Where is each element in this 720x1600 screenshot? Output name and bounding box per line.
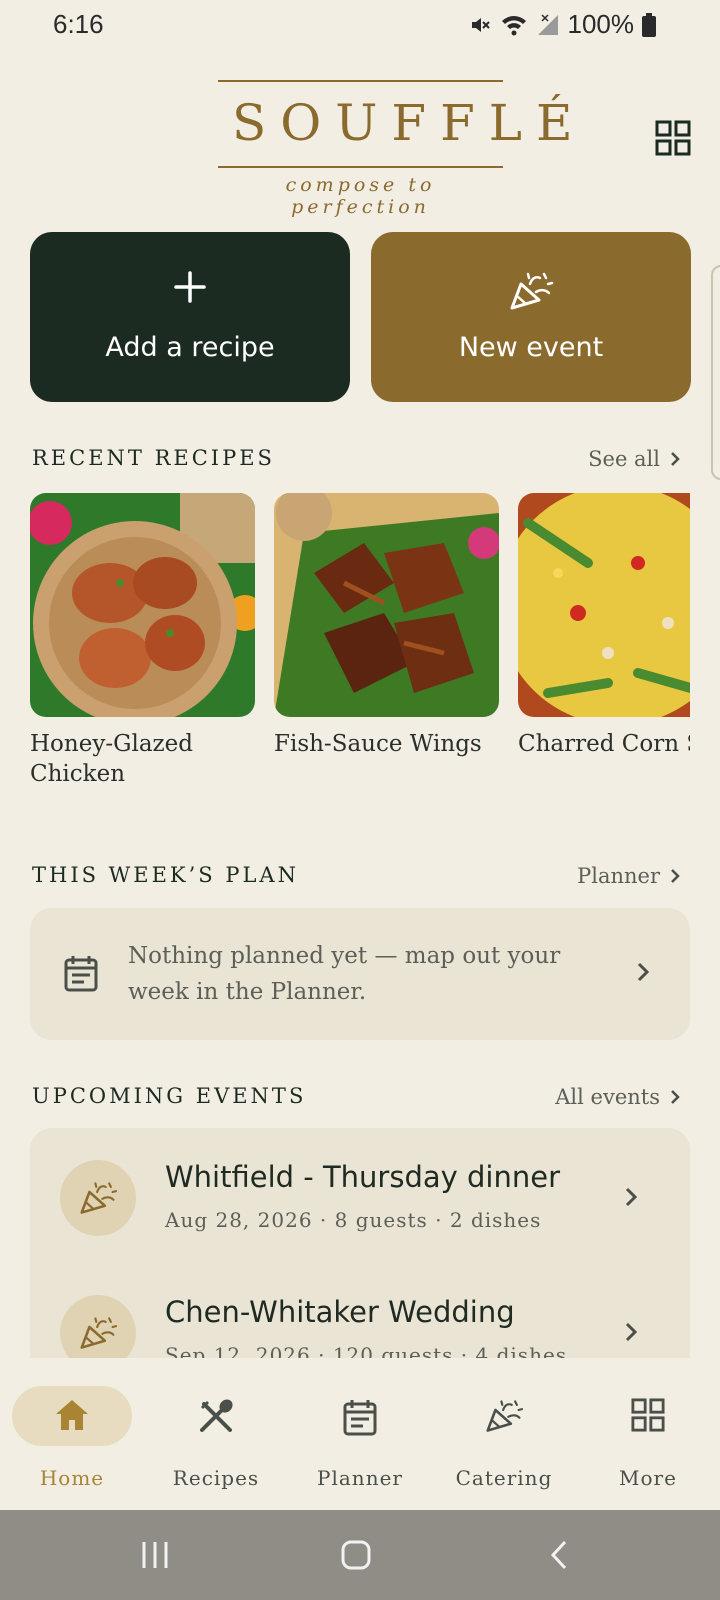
bottom-navigation: Home Recipes Planner Catering More bbox=[0, 1358, 720, 1510]
see-all-link[interactable]: See all bbox=[588, 447, 680, 471]
nav-recipes[interactable]: Recipes bbox=[144, 1358, 288, 1510]
nav-home[interactable]: Home bbox=[0, 1358, 144, 1510]
wifi-icon bbox=[501, 15, 526, 35]
chevron-right-icon bbox=[671, 1090, 680, 1104]
all-events-link[interactable]: All events bbox=[555, 1085, 680, 1109]
week-plan-card[interactable]: Nothing planned yet — map out your week … bbox=[30, 908, 690, 1040]
nav-catering-label: Catering bbox=[455, 1466, 553, 1490]
mute-icon bbox=[471, 17, 490, 32]
recipe-photo-chicken bbox=[30, 493, 255, 717]
upcoming-events-title: UPCOMING EVENTS bbox=[32, 1084, 307, 1108]
recipe-name: Charred Corn Salad bbox=[518, 731, 690, 757]
home-square-icon bbox=[341, 1540, 371, 1570]
logo-rule-top bbox=[218, 80, 503, 82]
recipe-photo-corn bbox=[518, 493, 690, 717]
calendar-icon bbox=[64, 956, 98, 992]
brand-name: SOUFFLÉ bbox=[232, 94, 587, 152]
events-list: Whitfield - Thursday dinner Aug 28, 2026… bbox=[30, 1128, 690, 1358]
planner-link-label: Planner bbox=[577, 864, 660, 888]
chevron-right-icon bbox=[671, 452, 680, 466]
event-badge bbox=[60, 1295, 136, 1358]
add-recipe-label: Add a recipe bbox=[105, 332, 275, 363]
event-badge bbox=[60, 1160, 136, 1236]
calendar-icon bbox=[343, 1400, 377, 1436]
event-title: Chen-Whitaker Wedding bbox=[165, 1295, 515, 1329]
recipe-card[interactable]: Fish-Sauce Wings bbox=[274, 493, 499, 759]
chevron-right-icon bbox=[625, 1187, 638, 1207]
recipe-name: Fish-Sauce Wings bbox=[274, 731, 482, 757]
new-event-button[interactable]: New event bbox=[371, 232, 691, 402]
event-row[interactable]: Whitfield - Thursday dinner Aug 28, 2026… bbox=[30, 1128, 690, 1263]
week-plan-title: THIS WEEK’S PLAN bbox=[32, 863, 299, 887]
week-plan-message: Nothing planned yet — map out your week … bbox=[128, 943, 561, 1005]
see-all-label: See all bbox=[588, 447, 660, 471]
add-recipe-button[interactable]: Add a recipe bbox=[30, 232, 350, 402]
new-event-label: New event bbox=[458, 332, 604, 363]
chevron-right-icon bbox=[625, 1322, 638, 1342]
event-meta: Aug 28, 2026 · 8 guests · 2 dishes bbox=[165, 1208, 542, 1232]
status-icons: 100% bbox=[468, 9, 656, 40]
plus-icon bbox=[174, 271, 206, 303]
status-time: 6:16 bbox=[53, 9, 104, 39]
recipe-card[interactable]: Charred Corn Salad bbox=[518, 493, 690, 759]
home-button[interactable] bbox=[341, 1540, 371, 1574]
home-icon bbox=[56, 1400, 88, 1430]
utensils-icon bbox=[200, 1399, 233, 1432]
recent-recipes-title: RECENT RECIPES bbox=[32, 446, 275, 470]
chevron-right-icon bbox=[637, 962, 650, 982]
status-bar: 6:16 100% bbox=[0, 0, 720, 50]
grid-icon bbox=[655, 120, 691, 156]
nav-planner[interactable]: Planner bbox=[288, 1358, 432, 1510]
nav-more-label: More bbox=[619, 1466, 677, 1490]
nav-planner-label: Planner bbox=[317, 1466, 403, 1490]
nav-more[interactable]: More bbox=[576, 1358, 720, 1510]
recent-recipes-carousel[interactable]: Honey-Glazed Chicken Fish-Sauce Wings Ch… bbox=[30, 493, 690, 793]
nav-catering[interactable]: Catering bbox=[432, 1358, 576, 1510]
nav-home-label: Home bbox=[39, 1466, 105, 1490]
nav-recipes-label: Recipes bbox=[172, 1466, 260, 1490]
back-button[interactable] bbox=[549, 1540, 569, 1574]
grid-icon bbox=[631, 1398, 665, 1432]
event-row[interactable]: Chen-Whitaker Wedding Sep 12, 2026 · 120… bbox=[30, 1263, 690, 1358]
party-popper-icon bbox=[510, 272, 554, 310]
recipe-photo-wings bbox=[274, 493, 499, 717]
planner-link[interactable]: Planner bbox=[577, 864, 680, 888]
back-icon bbox=[550, 1540, 567, 1570]
party-popper-icon bbox=[80, 1317, 118, 1349]
recents-icon bbox=[142, 1542, 168, 1568]
brand-tagline: compose to perfection bbox=[285, 174, 436, 218]
event-title: Whitfield - Thursday dinner bbox=[165, 1160, 561, 1194]
no-signal-icon bbox=[537, 13, 558, 35]
logo-rule-bottom bbox=[218, 166, 503, 168]
recipe-card[interactable]: Honey-Glazed Chicken bbox=[30, 493, 255, 789]
party-popper-icon bbox=[80, 1182, 118, 1214]
battery-text: 100% bbox=[567, 9, 635, 39]
event-meta: Sep 12, 2026 · 120 guests · 4 dishes bbox=[165, 1343, 568, 1358]
all-events-label: All events bbox=[555, 1085, 660, 1109]
chevron-right-icon bbox=[671, 869, 680, 883]
battery-icon bbox=[642, 12, 656, 37]
app-logo: SOUFFLÉ compose to perfection bbox=[218, 80, 587, 218]
system-navigation-bar bbox=[0, 1510, 720, 1600]
recipe-name: Honey-Glazed Chicken bbox=[30, 731, 193, 787]
party-popper-icon bbox=[486, 1400, 524, 1432]
header-menu-button[interactable] bbox=[655, 120, 691, 156]
recents-button[interactable] bbox=[140, 1540, 170, 1574]
edge-panel-handle[interactable] bbox=[711, 265, 720, 480]
